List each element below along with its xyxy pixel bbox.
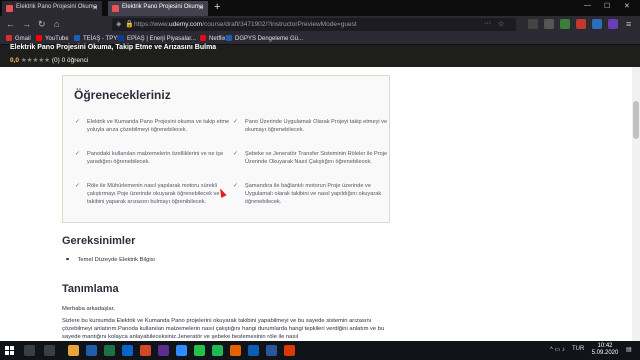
check-icon: ✓	[75, 119, 81, 125]
check-icon: ✓	[233, 119, 239, 125]
browser-tab-bar: Elektrik Pano Projesini Okuma ✕ Elektrik…	[0, 0, 640, 16]
extension-badge-icon[interactable]	[576, 19, 586, 29]
course-rating: 0,0 ★★★★★ (0) 0 öğrenci	[10, 56, 88, 64]
course-header: Elektrik Pano Projesini Okuma, Takip Etm…	[0, 44, 640, 67]
star-icon: ★★★★★	[20, 57, 50, 64]
bookmark-epias[interactable]: EPİAŞ | Enerji Piyasalar...	[118, 35, 196, 42]
clock-time: 10:42	[597, 343, 613, 349]
file-explorer-icon[interactable]	[68, 345, 79, 356]
description-heading: Tanımlama	[62, 283, 119, 295]
gmail-icon	[6, 35, 12, 41]
input-language[interactable]: TUR	[572, 346, 584, 352]
close-window-icon[interactable]: ✕	[624, 2, 630, 10]
course-title: Elektrik Pano Projesini Okuma, Takip Etm…	[10, 44, 217, 51]
bookmark-youtube[interactable]: YouTube	[36, 35, 69, 42]
browser-tab-active[interactable]: Elektrik Pano Projesini Okuma ✕	[108, 1, 208, 16]
windows-start-icon[interactable]	[5, 346, 14, 355]
menu-icon[interactable]: ≡	[626, 19, 631, 29]
learn-item: ✓ Şebeke ve Jeneratör Transfer Sisteminin…	[233, 151, 388, 165]
udemy-favicon-icon	[112, 5, 119, 12]
rating-count: (0)	[51, 57, 60, 64]
browser-tab[interactable]: Elektrik Pano Projesini Okuma ✕	[2, 1, 102, 16]
app-icon[interactable]	[158, 345, 169, 356]
back-icon[interactable]: ←	[6, 19, 15, 29]
description-paragraph: Merhaba arkadaşlar,	[62, 306, 115, 312]
teias-icon	[74, 35, 80, 41]
bookmark-netflix[interactable]: Netflix	[200, 35, 226, 42]
check-icon: ✓	[233, 151, 239, 157]
maximize-icon[interactable]: ☐	[604, 2, 610, 10]
powerpoint-icon[interactable]	[140, 345, 151, 356]
requirement-item: Temel Düzeyde Elektrik Bilgisi	[66, 257, 155, 263]
bullet-icon	[66, 257, 69, 260]
url-bar[interactable]: ◈ 🔒 https://www.udemy.com/course/draft/3…	[112, 18, 516, 31]
dgpys-icon	[226, 35, 232, 41]
home-icon[interactable]: ⌂	[54, 19, 59, 29]
bookmark-dgpys[interactable]: DGPYS Dengeleme Gü...	[226, 35, 303, 42]
student-count: 0 öğrenci	[61, 57, 89, 64]
library-icon[interactable]	[528, 19, 538, 29]
extension-icon[interactable]	[608, 19, 618, 29]
epias-icon	[118, 35, 124, 41]
task-view-icon[interactable]	[44, 345, 55, 356]
search-icon[interactable]	[24, 345, 35, 356]
bookmark-teias[interactable]: TEİAŞ - TPYS	[74, 35, 121, 42]
learn-item: ✓ Röle ile Mühürlemenin nasıl yapılarak m…	[75, 183, 220, 205]
app-icon[interactable]	[266, 345, 277, 356]
check-icon: ✓	[75, 151, 81, 157]
page-scrollbar[interactable]	[632, 67, 640, 341]
extension-icon[interactable]	[560, 19, 570, 29]
scrollbar-thumb[interactable]	[633, 101, 639, 139]
spotify-icon[interactable]	[212, 345, 223, 356]
firefox-icon[interactable]	[230, 345, 241, 356]
bookmark-gmail[interactable]: Gmail	[6, 35, 31, 42]
close-tab-icon[interactable]: ✕	[92, 4, 98, 12]
requirements-heading: Gereksinimler	[62, 235, 136, 247]
reload-icon[interactable]: ↻	[38, 19, 46, 29]
app-icon[interactable]	[284, 345, 295, 356]
url-text: https://www.udemy.com/course/draft/34719…	[134, 21, 357, 28]
lock-icon[interactable]: 🔒	[125, 20, 134, 28]
youtube-icon	[36, 35, 42, 41]
edge-icon[interactable]	[122, 345, 133, 356]
netflix-icon	[200, 35, 206, 41]
tab-label: Elektrik Pano Projesini Okuma	[122, 4, 204, 10]
word-icon[interactable]	[86, 345, 97, 356]
taskbar: ^ ▭ ♪ TUR 10:42 5.09.2020 ▤	[0, 341, 640, 360]
learn-item: ✓ Elektrik ve Kumanda Pano Projesini okum…	[75, 119, 230, 133]
check-icon: ✓	[233, 183, 239, 189]
app-icon[interactable]	[176, 345, 187, 356]
app-icon[interactable]	[248, 345, 259, 356]
rating-value: 0,0	[10, 57, 20, 64]
clock-date: 5.09.2020	[591, 350, 619, 356]
notifications-icon[interactable]: ▤	[626, 346, 632, 353]
navigation-bar: ← → ↻ ⌂ ◈ 🔒 https://www.udemy.com/course…	[0, 16, 640, 33]
new-tab-icon[interactable]: +	[214, 1, 220, 13]
page-actions-icon[interactable]: ···	[484, 20, 491, 27]
whatsapp-icon[interactable]	[194, 345, 205, 356]
learn-item: ✓ Şamandıra ile bağlantılı motorun Proje …	[233, 183, 382, 205]
learn-heading: Öğrenecekleriniz	[74, 88, 171, 102]
clock[interactable]: 10:42 5.09.2020	[588, 343, 622, 357]
check-icon: ✓	[75, 183, 81, 189]
extension-icon[interactable]	[592, 19, 602, 29]
udemy-favicon-icon	[6, 5, 13, 12]
tray-icons[interactable]: ^ ▭ ♪	[550, 346, 565, 353]
forward-icon[interactable]: →	[22, 19, 31, 29]
description-paragraph: Sizlere bu kursumda Elektrik ve Kumanda …	[62, 318, 385, 340]
bookmark-star-icon[interactable]: ☆	[498, 20, 504, 28]
minimize-icon[interactable]: —	[584, 2, 591, 9]
what-you-will-learn-box: Öğrenecekleriniz ✓ Elektrik ve Kumanda Pa…	[62, 75, 390, 223]
excel-icon[interactable]	[104, 345, 115, 356]
shield-icon[interactable]: ◈	[116, 20, 121, 28]
tab-label: Elektrik Pano Projesini Okuma	[16, 4, 98, 10]
close-tab-icon[interactable]: ✕	[198, 4, 204, 12]
learn-item: ✓ Panodaki kullanılan malzemelerin özelli…	[75, 151, 224, 165]
page-content[interactable]: Öğrenecekleriniz ✓ Elektrik ve Kumanda Pa…	[0, 67, 640, 341]
learn-item: ✓ Pano Üzerinde Uygulamalı Olarak Projeyi…	[233, 119, 388, 133]
sidebar-icon[interactable]	[544, 19, 554, 29]
